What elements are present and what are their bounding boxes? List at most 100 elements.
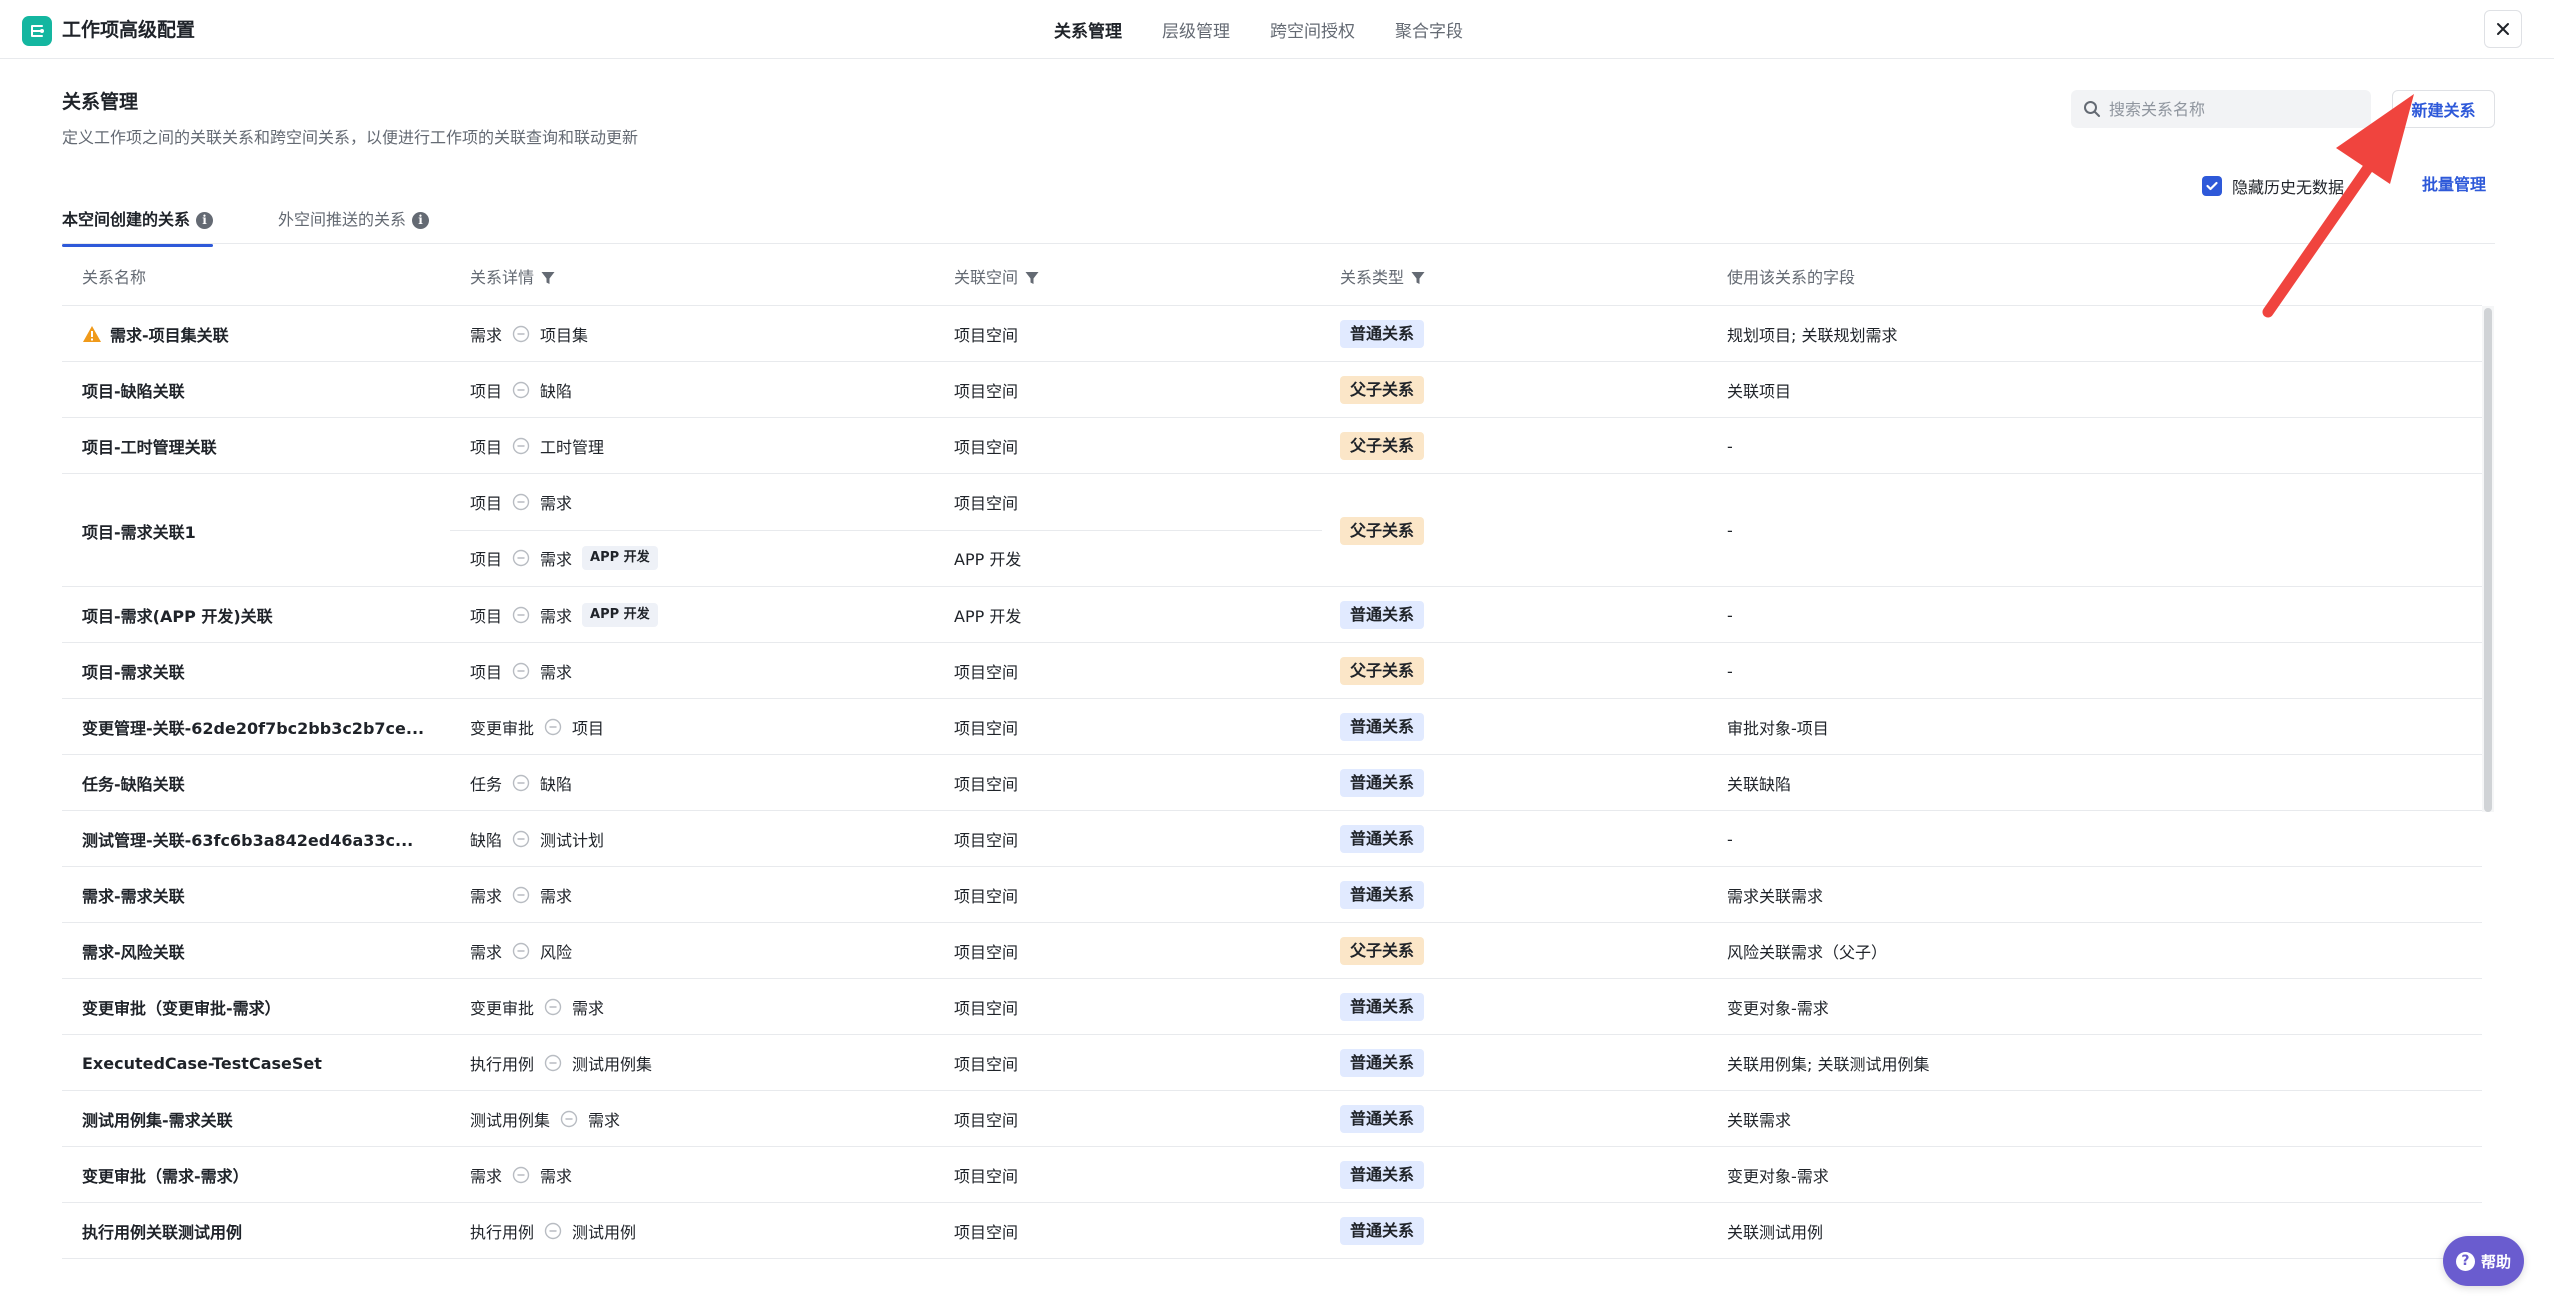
close-button[interactable] [2484,10,2522,48]
relation-name: 需求-项目集关联 [82,306,229,362]
table-row[interactable]: 任务-缺陷关联 任务 缺陷 项目空间 普通关系 关联缺陷 [62,755,2482,811]
table-row[interactable]: 项目-需求关联 项目 需求 项目空间 父子关系 - [62,643,2482,699]
link-icon [512,549,530,567]
used-fields: 关联缺陷 [1727,775,1792,794]
relation-name: 项目-需求关联 [82,643,185,699]
relation-type: 普通关系 [1340,306,1425,362]
link-icon [512,886,530,904]
relation-type-badge: 普通关系 [1340,1105,1425,1133]
relation-name: 任务-缺陷关联 [82,755,185,811]
relation-type: 普通关系 [1340,1035,1425,1091]
tab-cross-space-auth[interactable]: 跨空间授权 [1270,0,1355,59]
column-header-detail: 关系详情 [470,250,556,306]
relation-name: 项目-工时管理关联 [82,418,217,474]
relation-name: 测试用例集-需求关联 [82,1091,233,1147]
info-icon[interactable]: i [412,211,430,229]
tab-aggregate-fields[interactable]: 聚合字段 [1395,0,1463,59]
link-icon [512,830,530,848]
relation-detail: 项目 需求 [470,474,572,530]
relation-name-text: 需求-风险关联 [82,943,185,962]
table-body: 需求-项目集关联 需求 项目集 项目空间 普通关系 规划项目; 关联规划需求 项目-缺陷关联… [62,306,2482,1259]
table-row[interactable]: 变更管理-关联-62de20f7bc2bb3c2b7ce... 变更审批 项目 项目空… [62,699,2482,755]
used-fields: 风险关联需求（父子） [1727,943,1888,962]
help-button[interactable]: ? 帮助 [2443,1236,2524,1286]
related-space: 项目空间 [954,663,1019,682]
relation-detail: 项目 工时管理 [470,418,604,474]
relation-detail: 执行用例 测试用例 [470,1203,636,1259]
tab-relation-management[interactable]: 关系管理 [1054,0,1122,59]
relation-name: 变更管理-关联-62de20f7bc2bb3c2b7ce... [82,699,424,755]
check-icon [2206,181,2218,191]
tab-external-relations[interactable]: 外空间推送的关系 i [278,208,430,232]
relation-type-badge: 普通关系 [1340,713,1425,741]
batch-management-link[interactable]: 批量管理 [2422,174,2486,196]
related-space: 项目空间 [954,999,1019,1018]
table-row[interactable]: 执行用例关联测试用例 执行用例 测试用例 项目空间 普通关系 关联测试用例 [62,1203,2482,1259]
table-scroll-thumb[interactable] [2484,308,2492,812]
relation-type: 普通关系 [1340,1091,1425,1147]
related-space: APP 开发 [954,607,1022,626]
relation-detail: 执行用例 测试用例集 [470,1035,652,1091]
table-row[interactable]: 测试管理-关联-63fc6b3a842ed46a33c... 缺陷 测试计划 项目空间… [62,811,2482,867]
link-icon [544,718,562,736]
used-fields: - [1727,521,1733,540]
used-fields: - [1727,661,1733,681]
used-fields: 关联需求 [1727,1111,1792,1130]
related-space: 项目空间 [954,438,1019,457]
relation-name-text: 变更审批（需求-需求） [82,1167,249,1186]
relation-to: 需求 [540,494,573,513]
table-row[interactable]: 变更审批（变更审批-需求） 变更审批 需求 项目空间 普通关系 变更对象-需求 [62,979,2482,1035]
used-fields: 关联项目 [1727,382,1792,401]
used-fields: - [1727,829,1733,849]
filter-icon[interactable] [1410,270,1426,286]
relation-name: 项目-缺陷关联 [82,362,185,418]
top-bar: 工作项高级配置 关系管理 层级管理 跨空间授权 聚合字段 [0,0,2554,59]
help-label: 帮助 [2480,1252,2511,1271]
table-row[interactable]: 项目-缺陷关联 项目 缺陷 项目空间 父子关系 关联项目 [62,362,2482,418]
filter-icon[interactable] [1024,270,1040,286]
related-space: 项目空间 [954,831,1019,850]
relation-type-badge: 普通关系 [1340,993,1425,1021]
relation-detail: 需求 项目集 [470,306,588,362]
info-icon[interactable]: i [196,211,214,229]
filter-icon[interactable] [540,270,556,286]
relation-name-text: 执行用例关联测试用例 [82,1223,243,1242]
relation-from: 项目 [470,438,503,457]
table-row[interactable]: 测试用例集-需求关联 测试用例集 需求 项目空间 普通关系 关联需求 [62,1091,2482,1147]
table-row[interactable]: 项目-工时管理关联 项目 工时管理 项目空间 父子关系 - [62,418,2482,474]
space-tag: APP 开发 [582,603,658,627]
search-icon [2084,101,2100,117]
relation-name-text: 项目-缺陷关联 [82,382,185,401]
table-header: 关系名称 关系详情 关联空间 关系类型 使用该关系的字段 [62,250,2482,306]
relation-type: 父子关系 [1340,418,1425,474]
tab-hierarchy-management[interactable]: 层级管理 [1162,0,1230,59]
used-fields: 需求关联需求 [1727,887,1824,906]
relation-from: 项目 [470,494,503,513]
relation-type: 普通关系 [1340,979,1425,1035]
tab-local-relations[interactable]: 本空间创建的关系 i [62,208,214,247]
relation-name: ExecutedCase-TestCaseSet [82,1035,322,1091]
relation-name-text: 测试管理-关联-63fc6b3a842ed46a33c... [82,831,414,850]
table-row[interactable]: 需求-需求关联 需求 需求 项目空间 普通关系 需求关联需求 [62,867,2482,923]
relation-type-badge: 普通关系 [1340,1217,1425,1245]
relation-type: 普通关系 [1340,867,1425,923]
top-tabs: 关系管理 层级管理 跨空间授权 聚合字段 [1054,0,1463,59]
relation-to: 项目集 [540,326,589,345]
table-row[interactable]: ExecutedCase-TestCaseSet 执行用例 测试用例集 项目空间 普通关… [62,1035,2482,1091]
table-row[interactable]: 需求-风险关联 需求 风险 项目空间 父子关系 风险关联需求（父子） [62,923,2482,979]
table-row[interactable]: 需求-项目集关联 需求 项目集 项目空间 普通关系 规划项目; 关联规划需求 [62,306,2482,362]
column-header-fields: 使用该关系的字段 [1727,268,1856,287]
table-row[interactable]: 项目-需求关联1 项目 需求 项目空间 项目 需求 APP 开发 APP 开发 父子关系 - [62,474,2482,587]
table-row[interactable]: 项目-需求(APP 开发)关联 项目 需求 APP 开发 APP 开发 普通关系 - [62,587,2482,643]
page-title: 关系管理 [62,91,139,113]
relation-to: 测试用例集 [572,1055,653,1074]
used-fields: 规划项目; 关联规划需求 [1727,326,1898,345]
table-row[interactable]: 变更审批（需求-需求） 需求 需求 项目空间 普通关系 变更对象-需求 [62,1147,2482,1203]
related-space: 项目空间 [954,326,1019,345]
relation-type-badge: 父子关系 [1340,376,1425,404]
space-tag: APP 开发 [582,546,658,570]
hide-history-checkbox[interactable] [2202,176,2222,196]
tab-external-relations-label: 外空间推送的关系 [278,210,407,229]
relation-type: 父子关系 [1340,923,1425,979]
relation-type: 父子关系 [1340,474,1425,587]
